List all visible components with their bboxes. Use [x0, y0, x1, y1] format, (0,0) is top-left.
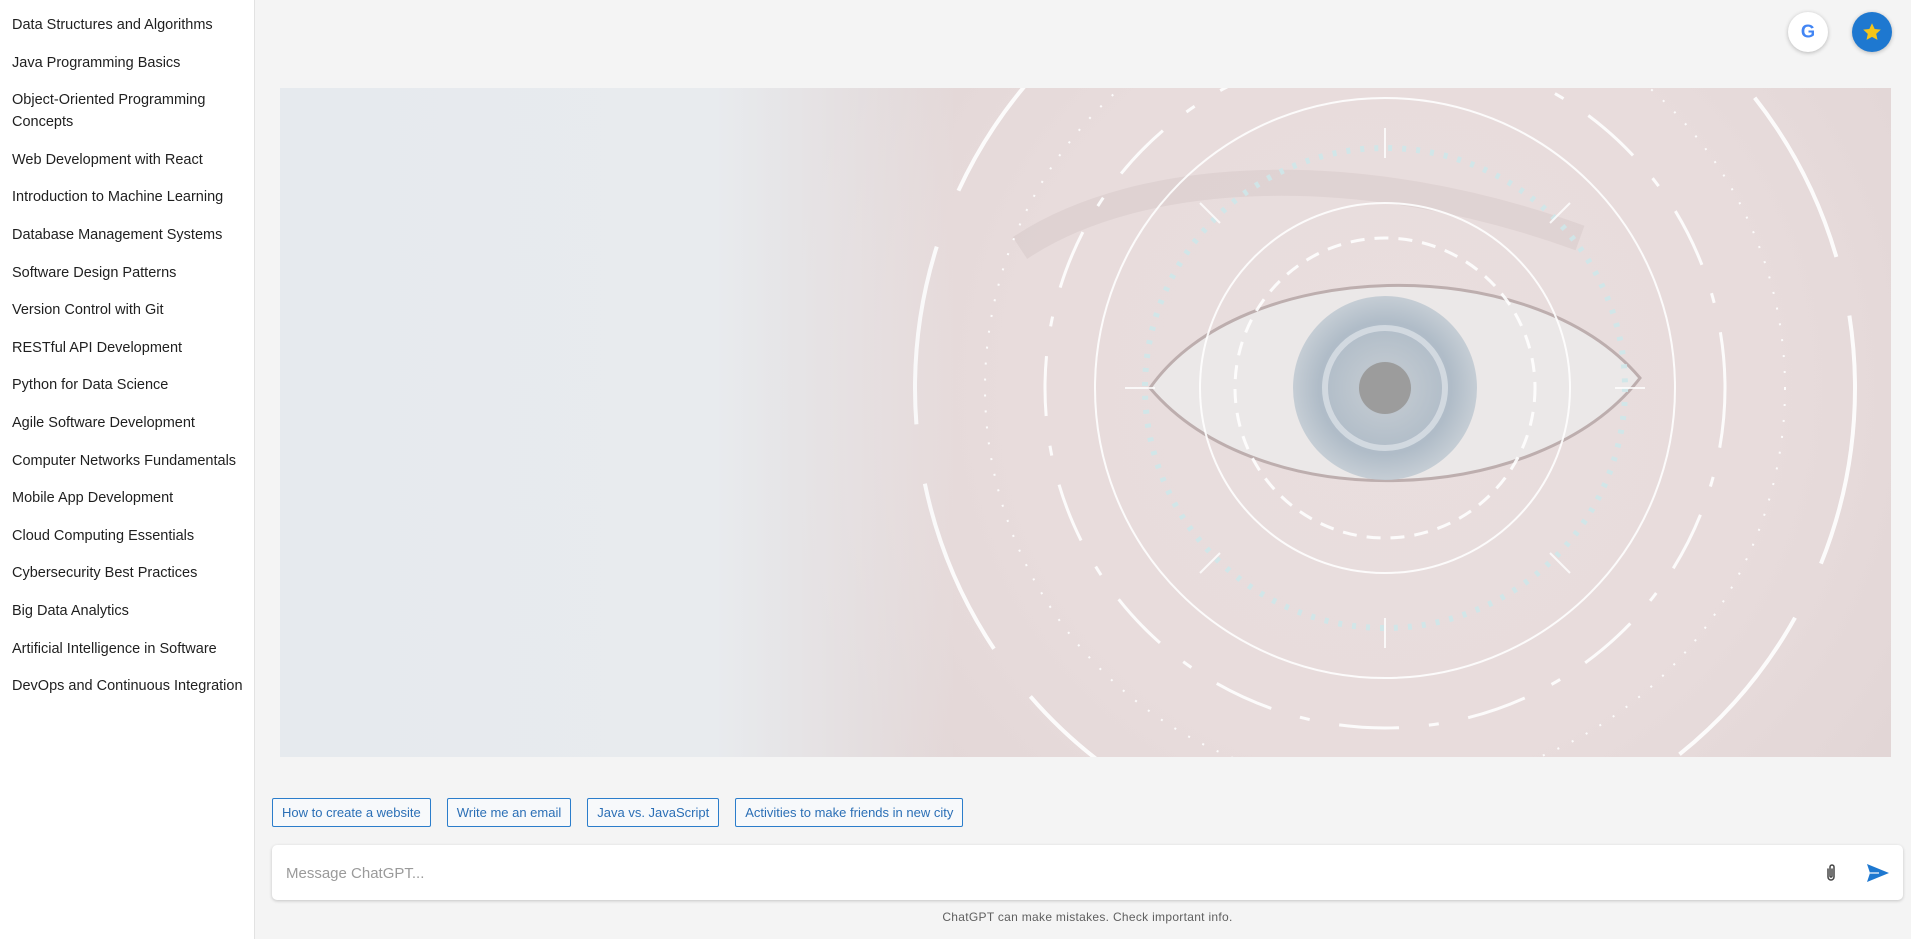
sidebar-item[interactable]: Agile Software Development [0, 412, 254, 434]
hero-image [280, 88, 1891, 757]
paperclip-icon [1827, 864, 1835, 881]
sidebar: Data Structures and Algorithms Java Prog… [0, 0, 255, 939]
eye-hud-illustration [280, 88, 1891, 757]
sidebar-item[interactable]: Cybersecurity Best Practices [0, 562, 254, 584]
main-panel: G How to create a website Write me an em… [256, 0, 1911, 939]
disclaimer-text: ChatGPT can make mistakes. Check importa… [942, 910, 1233, 924]
sidebar-item[interactable]: Python for Data Science [0, 374, 254, 396]
sidebar-item[interactable]: Artificial Intelligence in Software [0, 638, 254, 660]
google-button[interactable]: G [1788, 12, 1828, 52]
sidebar-item[interactable]: Computer Networks Fundamentals [0, 450, 254, 472]
sidebar-item[interactable]: Version Control with Git [0, 299, 254, 321]
sidebar-item[interactable]: Java Programming Basics [0, 52, 254, 74]
suggestion-chip[interactable]: How to create a website [272, 798, 431, 827]
sidebar-item[interactable]: Introduction to Machine Learning [0, 186, 254, 208]
sidebar-item[interactable]: Database Management Systems [0, 224, 254, 246]
google-icon: G [1801, 21, 1815, 42]
sidebar-item[interactable]: Web Development with React [0, 149, 254, 171]
sidebar-item[interactable]: Big Data Analytics [0, 600, 254, 622]
suggestion-chip[interactable]: Write me an email [446, 798, 572, 827]
sidebar-item[interactable]: Software Design Patterns [0, 262, 254, 284]
sidebar-item[interactable]: Object-Oriented Programming Concepts [0, 89, 254, 133]
conversation-list: Data Structures and Algorithms Java Prog… [0, 0, 254, 697]
star-icon [1863, 23, 1881, 40]
send-button[interactable] [1865, 861, 1891, 885]
suggestion-chip[interactable]: Activities to make friends in new city [735, 798, 964, 827]
attach-button[interactable] [1821, 862, 1841, 884]
suggestion-chips: How to create a website Write me an emai… [272, 798, 964, 827]
sidebar-item[interactable]: Data Structures and Algorithms [0, 14, 254, 36]
sidebar-item[interactable]: Cloud Computing Essentials [0, 525, 254, 547]
suggestion-chip[interactable]: Java vs. JavaScript [587, 798, 720, 827]
send-icon [1867, 864, 1889, 882]
star-button[interactable] [1852, 12, 1892, 52]
sidebar-item[interactable]: RESTful API Development [0, 337, 254, 359]
app-root: Data Structures and Algorithms Java Prog… [0, 0, 1911, 939]
message-input[interactable] [284, 845, 1788, 902]
sidebar-item[interactable]: DevOps and Continuous Integration [0, 675, 254, 697]
svg-text:G: G [1801, 21, 1815, 42]
sidebar-item[interactable]: Mobile App Development [0, 487, 254, 509]
message-composer [272, 845, 1903, 902]
top-icon-bar: G [1788, 12, 1892, 52]
